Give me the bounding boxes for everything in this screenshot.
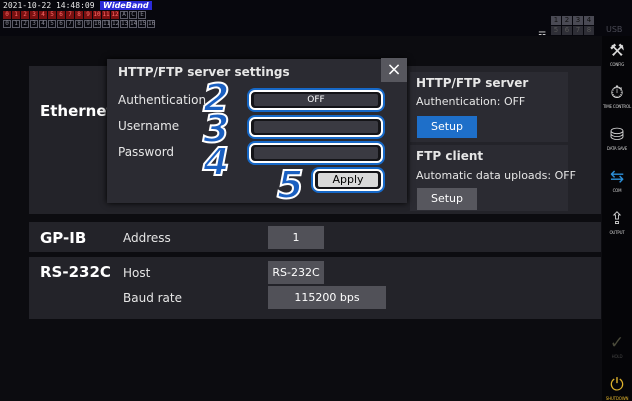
ethernet-label: Ethernet: [40, 102, 114, 120]
channel-indicator: A: [120, 11, 128, 19]
channel-indicator: 2: [21, 11, 29, 19]
channel-indicator: 0: [3, 20, 11, 28]
apply-label: Apply: [318, 173, 378, 187]
password-value: [254, 147, 378, 159]
channel-indicator: 0: [3, 11, 11, 19]
channel-indicators-row1: 0 1 2 3 4 5 6 7 8 9 10 11 12 A C E: [3, 11, 146, 19]
http-setup-button[interactable]: Setup: [417, 116, 477, 138]
password-input[interactable]: [249, 143, 383, 163]
channel-indicator: 7: [66, 11, 74, 19]
channel-indicator: E: [138, 11, 146, 19]
channel-indicator: 7: [66, 20, 74, 28]
ftp-client-status: Automatic data uploads: OFF: [416, 169, 576, 182]
hold-icon: ✓: [609, 333, 625, 353]
callout-4: 4: [202, 140, 230, 184]
shutdown-icon: ⏻: [610, 375, 624, 395]
channel-indicator: 6: [57, 11, 65, 19]
rs232c-label: RS-232C: [40, 263, 111, 281]
channel-box: 7: [573, 26, 583, 35]
channel-box: 6: [562, 26, 572, 35]
gpib-address-label: Address: [123, 231, 171, 245]
hold-button[interactable]: ✓ HOLD: [602, 328, 632, 368]
gpib-label: GP-IB: [40, 229, 87, 247]
channel-group-2: 5678: [551, 26, 594, 35]
channel-indicator: 11: [102, 20, 111, 28]
channel-indicator: 12: [111, 11, 119, 19]
status-bar: 2021-10-22 14:48:09 WideBand 01234567891…: [0, 0, 632, 41]
usb-indicator: USB: [606, 25, 623, 34]
callout-5: 5: [276, 163, 304, 207]
channel-box: 5: [551, 26, 561, 35]
rs232c-host-field[interactable]: RS-232C: [268, 261, 324, 284]
ftp-client-title: FTP client: [416, 149, 484, 163]
gpib-address-field[interactable]: 1: [268, 226, 324, 249]
channel-indicator: 8: [75, 20, 83, 28]
channel-box: 4: [584, 16, 594, 25]
username-value: [254, 121, 378, 133]
channel-indicator: 4: [39, 11, 47, 19]
rs232c-host-label: Host: [123, 266, 151, 280]
password-label: Password: [118, 145, 175, 159]
close-icon: ×: [386, 59, 402, 80]
channel-box: 3: [573, 16, 583, 25]
shutdown-button[interactable]: ⏻ SHUTDOWN: [602, 370, 632, 401]
channel-indicator: 5: [48, 20, 56, 28]
channel-group-1: 1234: [551, 16, 594, 25]
channel-indicator: 8: [75, 11, 83, 19]
http-server-status: Authentication: OFF: [416, 95, 526, 108]
time-control-button[interactable]: ⏱ TIME CONTROL: [602, 78, 632, 118]
authentication-select[interactable]: OFF: [249, 90, 383, 110]
close-button[interactable]: ×: [381, 58, 407, 82]
channel-indicator: 9: [84, 11, 92, 19]
channel-indicator: 3: [30, 11, 38, 19]
com-arrows-icon: ⇆: [609, 167, 625, 187]
channel-indicator: 2: [21, 20, 29, 28]
channel-box: 8: [584, 26, 594, 35]
channel-indicator: 9: [84, 20, 92, 28]
channel-indicator: 13: [120, 20, 129, 28]
stopwatch-icon: ⏱: [610, 83, 624, 103]
output-icon: ⇪: [609, 209, 625, 229]
config-button[interactable]: ⚒ CONFIG: [602, 36, 632, 76]
channel-indicator: 1: [12, 11, 20, 19]
wrench-screwdriver-icon: ⚒: [609, 41, 625, 61]
channel-indicator: 11: [102, 11, 110, 19]
channel-indicator: 1: [12, 20, 20, 28]
channel-indicator: C: [129, 11, 137, 19]
authentication-label: Authentication: [118, 93, 207, 107]
channel-indicator: 10: [93, 20, 102, 28]
output-button[interactable]: ⇪ OUTPUT: [602, 204, 632, 244]
username-label: Username: [118, 119, 180, 133]
channel-indicators-row2: 0 1 2 3 4 5 6 7 8 9 10 11 12 13 14 15 16: [3, 20, 155, 28]
channel-indicator: 12: [111, 20, 120, 28]
authentication-value: OFF: [254, 94, 378, 106]
baud-rate-label: Baud rate: [123, 291, 182, 305]
baud-rate-field[interactable]: 115200 bps: [268, 286, 386, 309]
channel-indicator: 4: [39, 20, 47, 28]
mode-badge: WideBand: [100, 1, 152, 10]
apply-button[interactable]: Apply: [313, 169, 383, 191]
channel-indicator: 15: [138, 20, 147, 28]
channel-box: 2: [562, 16, 572, 25]
data-save-icon: ⛁: [609, 125, 625, 145]
username-input[interactable]: [249, 117, 383, 137]
ftp-setup-button[interactable]: Setup: [417, 188, 477, 210]
channel-indicator: 16: [147, 20, 156, 28]
channel-indicator: 10: [93, 11, 101, 19]
channel-indicator: 14: [129, 20, 138, 28]
channel-box: 1: [551, 16, 561, 25]
http-server-title: HTTP/FTP server: [416, 76, 529, 90]
data-save-button[interactable]: ⛁ DATA SAVE: [602, 120, 632, 160]
timestamp: 2021-10-22 14:48:09: [3, 1, 95, 10]
channel-indicator: 3: [30, 20, 38, 28]
channel-indicator: 6: [57, 20, 65, 28]
channel-indicator: 5: [48, 11, 56, 19]
sidebar: ⚒ CONFIG ⏱ TIME CONTROL ⛁ DATA SAVE ⇆ CO…: [602, 36, 632, 401]
com-button[interactable]: ⇆ COM: [602, 162, 632, 202]
